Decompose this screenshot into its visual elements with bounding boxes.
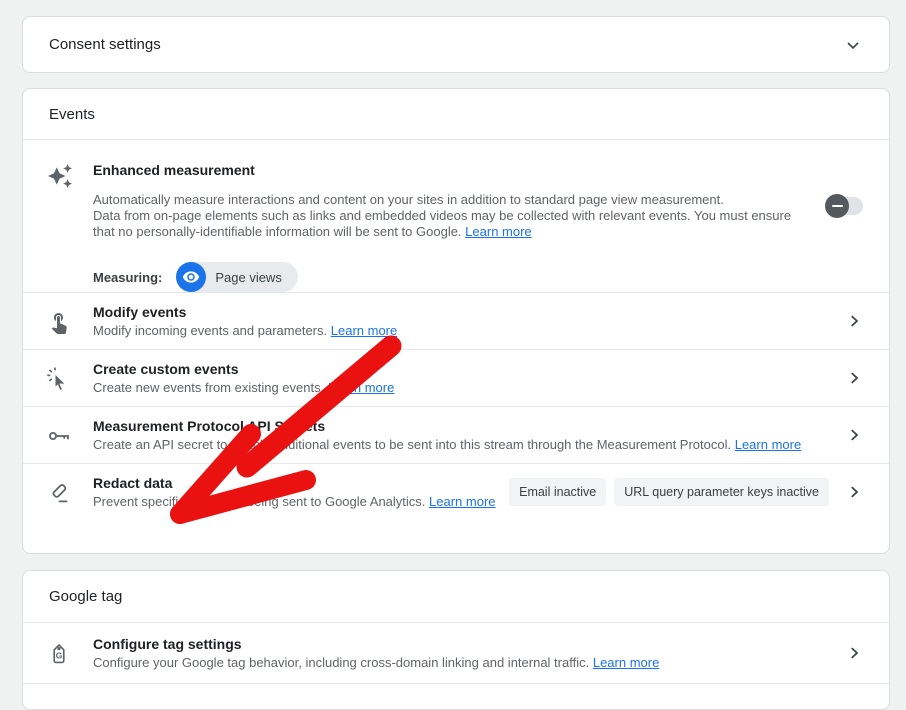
redact-data-title: Redact data (93, 475, 509, 491)
row-redact-data[interactable]: Redact data Prevent specific data from b… (23, 463, 889, 520)
row-create-custom-events[interactable]: Create custom events Create new events f… (23, 349, 889, 406)
modify-events-desc-text: Modify incoming events and parameters. (93, 323, 327, 338)
redact-data-learn-more-link[interactable]: Learn more (429, 494, 495, 509)
email-inactive-badge: Email inactive (509, 478, 606, 506)
configure-tag-desc-text: Configure your Google tag behavior, incl… (93, 655, 589, 670)
consent-settings-card: Consent settings (22, 16, 890, 73)
row-measurement-protocol-api-secrets[interactable]: Measurement Protocol API Secrets Create … (23, 406, 889, 463)
create-custom-events-title: Create custom events (93, 361, 845, 377)
consent-settings-header[interactable]: Consent settings (23, 17, 889, 72)
configure-tag-settings-title: Configure tag settings (93, 636, 845, 652)
configure-tag-learn-more-link[interactable]: Learn more (593, 655, 659, 670)
configure-tag-settings-description: Configure your Google tag behavior, incl… (93, 655, 845, 670)
eraser-redact-icon (47, 480, 93, 505)
row-modify-events[interactable]: Modify events Modify incoming events and… (23, 292, 889, 349)
chevron-right-icon (845, 312, 863, 330)
redact-data-desc-text: Prevent specific data from being sent to… (93, 494, 425, 509)
modify-events-description: Modify incoming events and parameters. L… (93, 323, 845, 338)
create-custom-events-desc-text: Create new events from existing events. (93, 380, 324, 395)
custom-event-cursor-icon (47, 366, 93, 391)
eye-visibility-icon (176, 262, 206, 292)
events-section-header: Events (23, 89, 889, 139)
google-tag-section-header: Google tag (23, 571, 889, 622)
chevron-down-icon (843, 35, 863, 55)
chevron-right-icon (845, 483, 863, 501)
redact-data-description: Prevent specific data from being sent to… (93, 494, 509, 509)
enhanced-measurement-section: Enhanced measurement Automatically measu… (23, 139, 889, 292)
create-custom-events-description: Create new events from existing events. … (93, 380, 845, 395)
measurement-protocol-learn-more-link[interactable]: Learn more (735, 437, 801, 452)
sparkle-auto-awesome-icon (47, 162, 93, 292)
toggle-knob (825, 194, 849, 218)
chevron-right-icon (845, 369, 863, 387)
consent-settings-title: Consent settings (49, 36, 161, 53)
google-tag-section-title: Google tag (49, 588, 122, 605)
measurement-protocol-title: Measurement Protocol API Secrets (93, 418, 845, 434)
page-views-chip: Page views (176, 262, 297, 292)
svg-text:G: G (56, 650, 63, 660)
enhanced-measurement-description: Automatically measure interactions and c… (93, 192, 805, 240)
page-views-chip-label: Page views (215, 270, 281, 285)
row-configure-tag-settings[interactable]: G Configure tag settings Configure your … (23, 622, 889, 684)
enhanced-measurement-title: Enhanced measurement (93, 162, 863, 178)
touch-app-icon (47, 309, 93, 334)
create-custom-events-learn-more-link[interactable]: Learn more (328, 380, 394, 395)
modify-events-title: Modify events (93, 304, 845, 320)
url-query-inactive-badge: URL query parameter keys inactive (614, 478, 829, 506)
redact-data-badges: Email inactive URL query parameter keys … (509, 478, 829, 506)
modify-events-learn-more-link[interactable]: Learn more (331, 323, 397, 338)
chevron-right-icon (845, 426, 863, 444)
enhanced-measurement-toggle[interactable] (825, 194, 863, 218)
measuring-label: Measuring: (93, 270, 162, 285)
google-tag-card: Google tag G Configure tag settings Conf… (22, 570, 890, 710)
measurement-protocol-desc-text: Create an API secret to enable additiona… (93, 437, 731, 452)
events-section-title: Events (49, 106, 95, 123)
enhanced-learn-more-link[interactable]: Learn more (465, 224, 531, 239)
events-card: Events Enhanced measurement Automaticall… (22, 88, 890, 554)
chevron-right-icon (845, 644, 863, 662)
toggle-minus-icon (832, 205, 843, 208)
enhanced-description-text: Automatically measure interactions and c… (93, 192, 791, 239)
key-icon (47, 423, 93, 448)
measurement-protocol-description: Create an API secret to enable additiona… (93, 437, 845, 452)
google-tag-icon: G (47, 641, 93, 666)
